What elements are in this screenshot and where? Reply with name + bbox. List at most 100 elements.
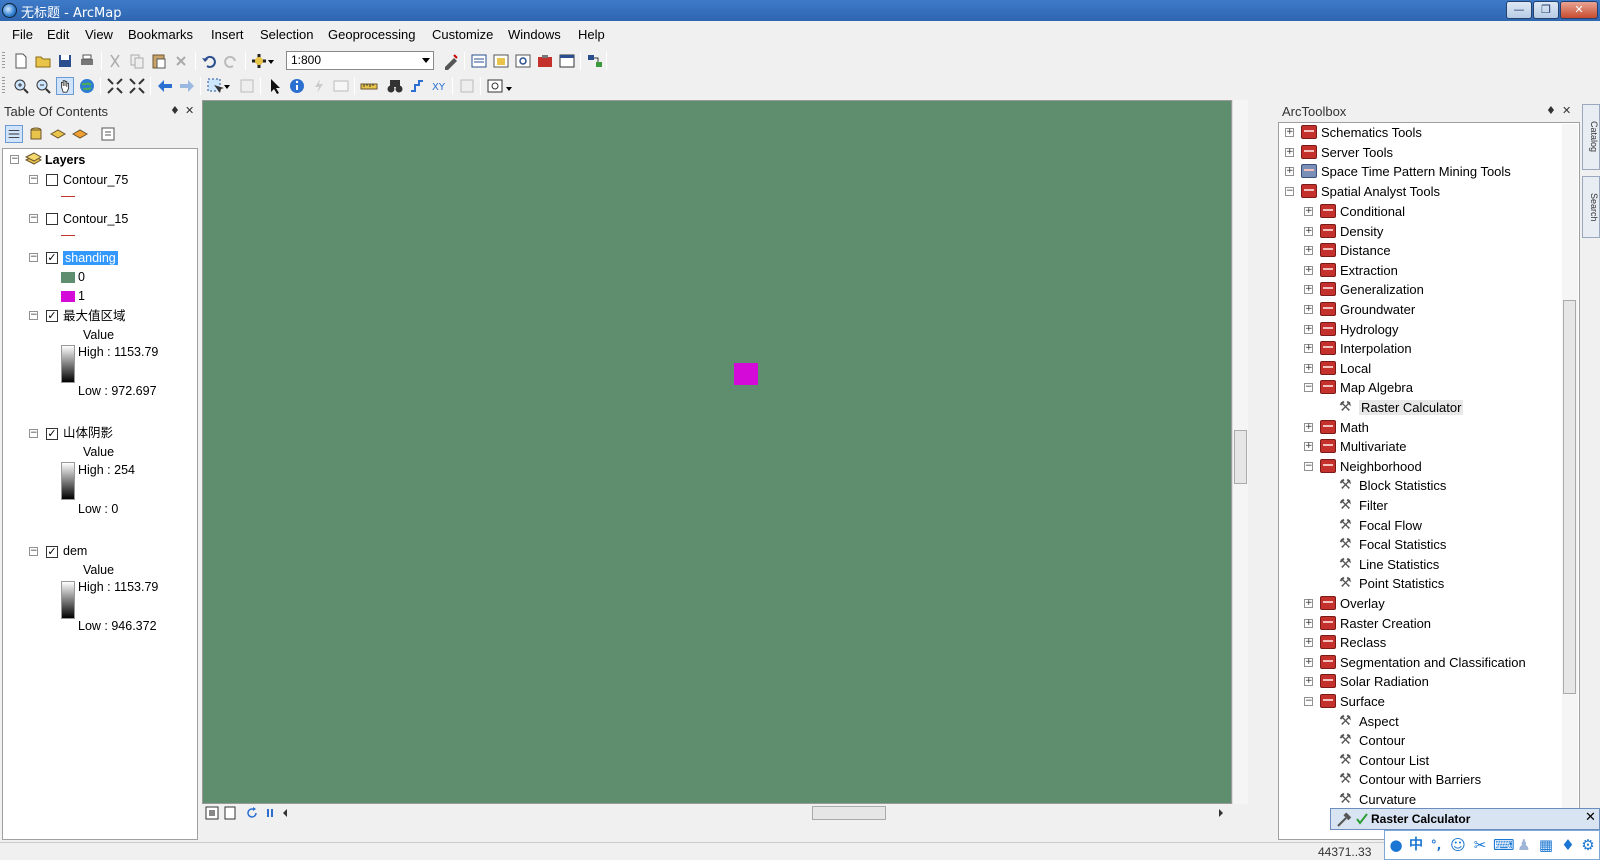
toolset-math[interactable]: Math	[1340, 418, 1369, 437]
toolset-mapalgebra[interactable]: Map Algebra	[1340, 378, 1413, 397]
expand-icon[interactable]: +	[1285, 167, 1294, 176]
toolset-extraction[interactable]: Extraction	[1340, 261, 1398, 280]
toc-options-icon[interactable]	[99, 125, 117, 143]
expand-icon[interactable]: +	[1304, 619, 1313, 628]
add-data-dropdown-icon[interactable]	[266, 52, 276, 70]
expand-icon[interactable]: +	[1304, 364, 1313, 373]
time-slider-icon[interactable]	[458, 77, 476, 95]
scroll-right-icon[interactable]	[1216, 807, 1226, 819]
expand-icon[interactable]: +	[1304, 658, 1313, 667]
scroll-thumb[interactable]	[1234, 430, 1247, 484]
collapse-icon[interactable]: −	[1304, 462, 1313, 471]
menu-insert[interactable]: Insert	[211, 27, 244, 42]
layout-view-icon[interactable]	[222, 805, 238, 821]
toolset-interpolation[interactable]: Interpolation	[1340, 339, 1412, 358]
menu-selection[interactable]: Selection	[260, 27, 313, 42]
layer-name-contour75[interactable]: Contour_75	[63, 171, 128, 189]
toolbar-grip[interactable]	[2, 52, 5, 70]
data-view-icon[interactable]	[204, 805, 220, 821]
menu-windows[interactable]: Windows	[508, 27, 561, 42]
toc-window-icon[interactable]	[470, 52, 488, 70]
layer-name-dem[interactable]: dem	[63, 542, 87, 560]
refresh-icon[interactable]	[244, 805, 260, 821]
map-canvas[interactable]	[202, 100, 1232, 804]
toolbox-space-time[interactable]: Space Time Pattern Mining Tools	[1321, 162, 1511, 181]
expand-icon[interactable]: +	[1304, 325, 1313, 334]
go-to-xy-icon[interactable]: XY	[430, 77, 448, 95]
toolset-solar[interactable]: Solar Radiation	[1340, 672, 1429, 691]
copy-icon[interactable]	[128, 52, 146, 70]
toolset-rastercreation[interactable]: Raster Creation	[1340, 614, 1431, 633]
tool-pointstats[interactable]: Point Statistics	[1359, 574, 1444, 593]
undo-icon[interactable]	[200, 52, 218, 70]
tool-contourlist[interactable]: Contour List	[1359, 751, 1429, 770]
toolset-generalization[interactable]: Generalization	[1340, 280, 1424, 299]
minimize-button[interactable]: —	[1506, 1, 1532, 19]
tool-blockstats[interactable]: Block Statistics	[1359, 476, 1446, 495]
collapse-icon[interactable]: −	[29, 214, 38, 223]
clear-selection-icon[interactable]	[238, 77, 256, 95]
python-window-icon[interactable]	[558, 52, 576, 70]
new-document-icon[interactable]	[12, 52, 30, 70]
expand-icon[interactable]: +	[1304, 599, 1313, 608]
emoji-icon[interactable]: ☺	[1449, 836, 1467, 854]
redo-icon[interactable]	[222, 52, 240, 70]
open-folder-icon[interactable]	[34, 52, 52, 70]
menu-file[interactable]: File	[12, 27, 33, 42]
expand-icon[interactable]: +	[1304, 246, 1313, 255]
toolset-overlay[interactable]: Overlay	[1340, 594, 1385, 613]
raster-calculator-floating-window[interactable]: Raster Calculator ✕	[1330, 808, 1600, 830]
expand-icon[interactable]: +	[1304, 227, 1313, 236]
list-by-source-icon[interactable]	[27, 125, 45, 143]
ime-punctuation-toggle[interactable]: °,	[1427, 836, 1445, 854]
search-side-tab[interactable]: Search	[1582, 176, 1600, 238]
keyboard-icon[interactable]: ⌨	[1493, 836, 1515, 854]
catalog-side-tab[interactable]: Catalog	[1582, 104, 1600, 170]
zoom-out-icon[interactable]	[34, 77, 52, 95]
toolset-density[interactable]: Density	[1340, 222, 1383, 241]
close-panel-icon[interactable]: ✕	[185, 104, 194, 117]
toolbar-options-dropdown-icon[interactable]	[504, 77, 514, 95]
find-route-icon[interactable]	[408, 77, 426, 95]
close-panel-icon[interactable]: ✕	[1562, 104, 1571, 117]
expand-icon[interactable]: +	[1304, 677, 1313, 686]
select-elements-arrow-icon[interactable]	[266, 77, 284, 95]
toolset-groundwater[interactable]: Groundwater	[1340, 300, 1415, 319]
collapse-icon[interactable]: −	[29, 429, 38, 438]
layer-visibility-checkbox[interactable]	[46, 174, 58, 186]
print-icon[interactable]	[78, 52, 96, 70]
user-icon[interactable]: ♟	[1515, 836, 1533, 854]
restore-button[interactable]: ❐	[1533, 1, 1559, 19]
layer-name-hillshade[interactable]: 山体阴影	[63, 424, 113, 442]
select-dropdown-icon[interactable]	[222, 77, 232, 95]
layer-name-shanding[interactable]: shanding	[63, 249, 118, 267]
list-by-drawing-order-icon[interactable]	[5, 125, 23, 143]
collapse-icon[interactable]: −	[29, 311, 38, 320]
expand-icon[interactable]: +	[1304, 638, 1313, 647]
menu-view[interactable]: View	[85, 27, 113, 42]
delete-icon[interactable]	[172, 52, 190, 70]
toolset-neighborhood[interactable]: Neighborhood	[1340, 457, 1422, 476]
layer-visibility-checkbox[interactable]: ✓	[46, 428, 58, 440]
pan-hand-icon[interactable]	[56, 77, 74, 95]
toolset-distance[interactable]: Distance	[1340, 241, 1391, 260]
close-icon[interactable]: ✕	[1585, 810, 1596, 825]
toolbox-vertical-scrollbar[interactable]	[1562, 124, 1578, 840]
cut-icon[interactable]	[106, 52, 124, 70]
pin-icon[interactable]: ♦	[1546, 104, 1556, 117]
editor-toolbar-icon[interactable]	[442, 52, 460, 70]
toolbox-schematics[interactable]: Schematics Tools	[1321, 123, 1422, 142]
tool-focalflow[interactable]: Focal Flow	[1359, 516, 1422, 535]
expand-icon[interactable]: +	[1285, 128, 1294, 137]
expand-icon[interactable]: +	[1304, 442, 1313, 451]
pause-drawing-icon[interactable]	[262, 805, 278, 821]
collapse-icon[interactable]: −	[1304, 383, 1313, 392]
map-vertical-scrollbar[interactable]	[1232, 100, 1248, 804]
scroll-thumb[interactable]	[1563, 300, 1576, 694]
map-scale-combo[interactable]: 1:800	[286, 51, 434, 70]
collapse-icon[interactable]: −	[10, 155, 19, 164]
tool-aspect[interactable]: Aspect	[1359, 712, 1399, 731]
gear-icon[interactable]: ⚙	[1579, 836, 1597, 854]
tool-focalstats[interactable]: Focal Statistics	[1359, 535, 1446, 554]
skin-shirt-icon[interactable]: ♦	[1559, 836, 1577, 854]
